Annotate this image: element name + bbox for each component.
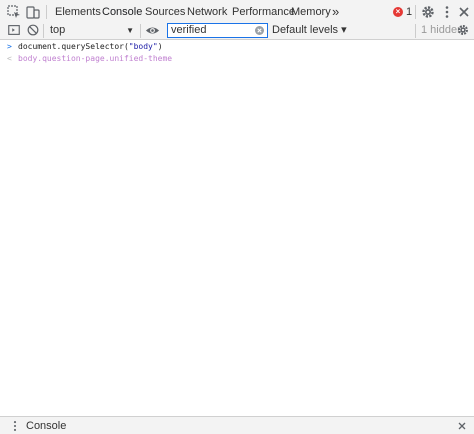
show-sidebar-icon[interactable]	[7, 23, 21, 37]
live-expression-eye-icon[interactable]	[145, 23, 160, 38]
return-value-icon: <	[7, 54, 12, 63]
more-options-icon[interactable]	[439, 4, 455, 20]
devtools-window: Elements Console Sources Network Perform…	[0, 0, 474, 434]
clear-console-icon[interactable]	[26, 23, 40, 37]
error-count: 1	[406, 6, 413, 18]
console-toolbar: top ▼ Default levels ▾ 1 hidden	[0, 21, 474, 40]
execution-context-value: top	[50, 24, 66, 36]
command-code: document.querySelector(	[18, 42, 129, 51]
toolbar-divider	[43, 24, 44, 38]
bottom-drawer: Console	[0, 416, 474, 434]
clear-filter-icon[interactable]	[255, 26, 264, 35]
toolbar-divider	[415, 24, 416, 38]
inspect-element-icon[interactable]	[6, 4, 22, 20]
console-result-node[interactable]: body.question-page.unified-theme	[18, 52, 172, 65]
error-icon: ×	[393, 7, 403, 17]
console-settings-gear-icon[interactable]	[456, 23, 470, 37]
device-toolbar-icon[interactable]	[25, 4, 41, 20]
close-drawer-icon[interactable]	[457, 421, 467, 431]
toolbar-divider	[46, 5, 47, 19]
filter-input[interactable]	[168, 24, 252, 37]
log-levels-dropdown[interactable]: Default levels ▾	[272, 21, 347, 40]
gear-icon[interactable]	[420, 4, 436, 20]
command-string-arg: "body"	[128, 42, 158, 51]
console-output[interactable]: > document.querySelector("body") < body.…	[0, 40, 474, 416]
console-result-line: < body.question-page.unified-theme	[0, 52, 474, 65]
close-icon[interactable]	[456, 4, 472, 20]
toolbar-divider	[415, 5, 416, 19]
filter-field[interactable]	[167, 23, 268, 38]
drawer-menu-icon[interactable]	[8, 419, 22, 433]
dropdown-arrow-icon: ▼	[126, 26, 134, 35]
command-code-end: )	[157, 42, 163, 51]
execution-context-select[interactable]: top ▼	[46, 22, 138, 39]
toolbar-divider	[140, 24, 141, 38]
drawer-tab-console[interactable]: Console	[26, 417, 66, 434]
